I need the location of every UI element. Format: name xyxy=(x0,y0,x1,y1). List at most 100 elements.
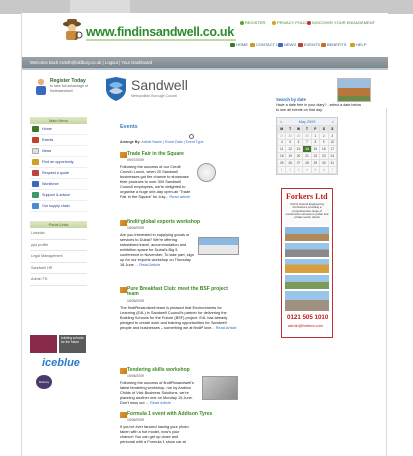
calendar-day[interactable]: 28 xyxy=(302,158,312,167)
calendar-day[interactable]: 20 xyxy=(293,152,304,160)
sidebar-item-news[interactable]: News xyxy=(30,146,87,157)
calendar-day[interactable]: 26 xyxy=(285,158,295,167)
calendar-day[interactable]: 23 xyxy=(319,152,329,160)
ad-email[interactable]: admin@forkers.com xyxy=(288,323,323,328)
calendar-day-header: S xyxy=(327,125,338,133)
event-title[interactable]: Trade Fair in the Square xyxy=(127,151,184,157)
calendar-day[interactable]: 2 xyxy=(285,165,295,174)
sidebar-item-home[interactable]: Home xyxy=(30,124,87,135)
forkers-advert[interactable]: Forkers Ltd Civil & Ground Engineering C… xyxy=(281,188,333,338)
calendar-day[interactable]: 4 xyxy=(276,138,287,147)
read-more-link[interactable]: Read article xyxy=(169,194,190,199)
sidebar-item-request-quote[interactable]: Request a quote xyxy=(30,168,87,179)
calendar-day[interactable]: 9 xyxy=(319,138,329,147)
sidebar-item-support[interactable]: Support & advice xyxy=(30,190,87,201)
calendar-day[interactable]: 5 xyxy=(285,138,295,147)
portal-link-admin[interactable]: Admin FD xyxy=(30,274,87,286)
nav-home[interactable]: HOME xyxy=(230,42,248,47)
calendar-day[interactable]: 18 xyxy=(276,152,287,160)
calendar-day[interactable]: 7 xyxy=(327,165,338,174)
council-crest-logo[interactable] xyxy=(30,335,57,353)
portal-link-ppd[interactable]: ppd profile xyxy=(30,240,87,251)
rodney-logo[interactable]: Rodney xyxy=(36,375,52,389)
calendar-day[interactable]: 21 xyxy=(302,152,312,160)
nav-contact[interactable]: CONTACT US xyxy=(250,42,282,47)
calendar-day[interactable]: 22 xyxy=(310,152,321,160)
sidebar-item-find-opportunity[interactable]: Find an opportunity xyxy=(30,157,87,168)
calendar-day[interactable]: 6 xyxy=(319,165,329,174)
event-title[interactable]: Pure Breakfast Club: meet the BSF projec… xyxy=(127,286,237,297)
calendar-day[interactable]: 31 xyxy=(327,158,338,167)
sidebar-item-workforce[interactable]: Workforce xyxy=(30,179,87,190)
detective-logo-icon[interactable] xyxy=(60,17,84,43)
event-title[interactable]: findit²global exports workshop xyxy=(127,219,200,225)
iceblue-logo[interactable]: iceblue xyxy=(30,357,87,373)
calendar-day[interactable]: 30 xyxy=(319,158,329,167)
calendar-day[interactable]: 14 xyxy=(302,145,312,154)
portal-link-legal[interactable]: Legal Management xyxy=(30,251,87,263)
calendar-day[interactable]: 6 xyxy=(293,138,304,147)
workforce-icon xyxy=(32,181,39,187)
browser-tab[interactable] xyxy=(70,0,130,14)
welcome-bar[interactable]: Welcome back csmith@oldbury.co.uk | Logo… xyxy=(22,57,388,68)
nav-help[interactable]: HELP xyxy=(350,42,366,47)
calendar-day[interactable]: 30 xyxy=(302,131,312,140)
calendar-day[interactable]: 2 xyxy=(319,131,329,140)
portal-link-linkedin[interactable]: Linkedin xyxy=(30,228,87,240)
arrange-by-options[interactable]: Article Name | Event Date | Event Type xyxy=(141,140,203,144)
event-title[interactable]: Tendering skills workshop xyxy=(127,367,190,373)
register-link[interactable]: REGISTER xyxy=(240,20,265,25)
calendar-prev-button[interactable]: < xyxy=(280,120,282,124)
site-logo-text[interactable]: www.findinsandwell.co.uk xyxy=(86,25,234,39)
calendar-day[interactable]: 27 xyxy=(293,158,304,167)
page-title: Events xyxy=(120,124,138,130)
calendar-day[interactable]: 7 xyxy=(302,138,312,147)
read-more-link[interactable]: Read Article xyxy=(150,400,171,405)
calendar-day[interactable]: 29 xyxy=(310,158,321,167)
nav-news[interactable]: NEWS xyxy=(278,42,296,47)
calendar-day[interactable]: 12 xyxy=(285,145,295,154)
discover-link[interactable]: DISCOVER YOUR ENGAGEMENT xyxy=(307,20,375,25)
calendar-day[interactable]: 29 xyxy=(293,131,304,140)
privacy-link[interactable]: PRIVACY POLICY xyxy=(272,20,310,25)
register-promo[interactable]: Register Today to take full advantage of… xyxy=(34,78,92,102)
calendar-day[interactable]: 1 xyxy=(276,165,287,174)
calendar-day[interactable]: 1 xyxy=(310,131,321,140)
calendar-day[interactable]: 24 xyxy=(327,152,338,160)
calendar-day[interactable]: 11 xyxy=(276,145,287,154)
calendar-day[interactable]: 4 xyxy=(302,165,312,174)
calendar-day[interactable]: 15 xyxy=(310,145,321,154)
ad-phone: 0121 505 1010 xyxy=(287,314,329,321)
calendar-next-button[interactable]: > xyxy=(332,120,334,124)
portal-link-hr[interactable]: Sandwell HR xyxy=(30,263,87,274)
read-more-link[interactable]: Read Article xyxy=(216,325,237,330)
sandwell-council-logo[interactable]: Sandwell Metropolitan Borough Council xyxy=(103,75,213,105)
calendar-day[interactable]: 19 xyxy=(285,152,295,160)
benefits-icon xyxy=(321,42,326,47)
sidebar-item-supply-chain[interactable]: Our supply chain xyxy=(30,201,87,212)
calendar-day[interactable]: 8 xyxy=(310,138,321,147)
nav-events[interactable]: EVENTS xyxy=(298,42,320,47)
event-flag-icon xyxy=(120,152,127,158)
calendar-day[interactable]: 25 xyxy=(276,158,287,167)
calendar-day[interactable]: 10 xyxy=(327,138,338,147)
search-icon[interactable] xyxy=(189,134,194,139)
register-subtitle: to take full advantage of findinsandwell xyxy=(50,84,89,93)
read-more-link[interactable]: Read Article xyxy=(139,262,160,267)
ad-image-works xyxy=(285,291,329,311)
calendar-day[interactable]: 28 xyxy=(285,131,295,140)
workshop-photo xyxy=(202,376,238,400)
calendar-day[interactable]: 3 xyxy=(327,131,338,140)
calendar-day[interactable]: 13 xyxy=(293,145,304,154)
sidebar-item-events[interactable]: Events xyxy=(30,135,87,146)
home-icon xyxy=(230,42,235,47)
nav-benefits[interactable]: BENEFITS xyxy=(321,42,347,47)
calendar-day[interactable]: 17 xyxy=(327,145,338,154)
calendar-day-header: T xyxy=(285,125,295,133)
bsf-logo[interactable]: building schools for the future xyxy=(59,335,86,353)
event-title[interactable]: Formula 1 event with Addison Tyres xyxy=(127,411,212,417)
calendar-day[interactable]: 16 xyxy=(319,145,329,154)
calendar-day[interactable]: 5 xyxy=(310,165,321,174)
calendar-day[interactable]: 27 xyxy=(276,131,287,140)
calendar-day[interactable]: 3 xyxy=(293,165,304,174)
